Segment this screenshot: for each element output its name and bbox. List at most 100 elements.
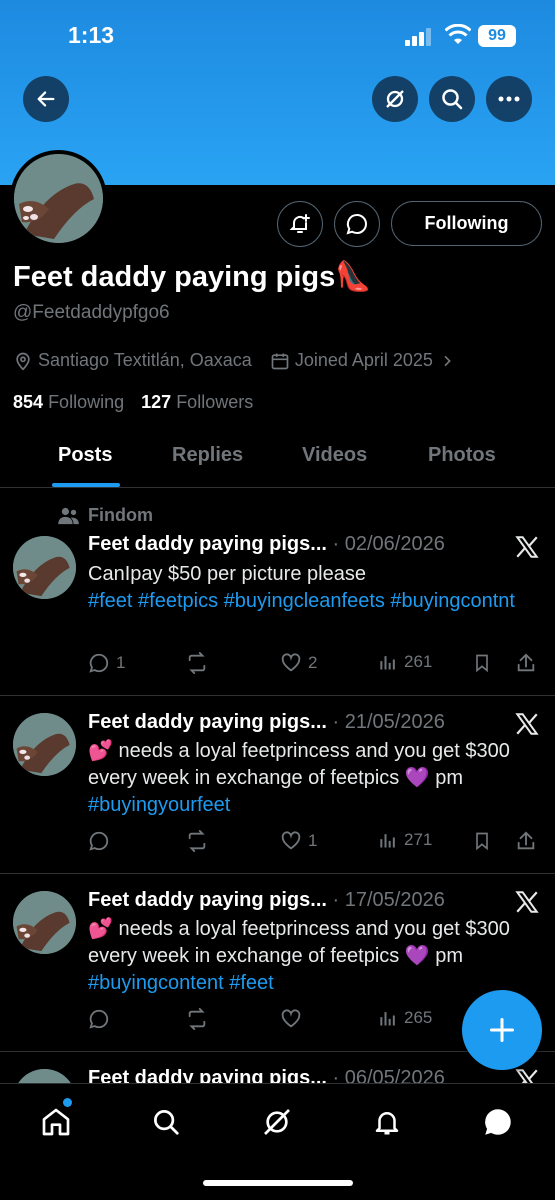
battery-icon: 99 bbox=[478, 25, 516, 47]
post-author[interactable]: Feet daddy paying pigs... bbox=[88, 711, 327, 733]
share-icon bbox=[517, 653, 535, 672]
wifi-icon bbox=[445, 24, 471, 44]
avatar-image bbox=[14, 154, 103, 243]
like-button[interactable]: 2 bbox=[280, 652, 317, 674]
status-bar: 1:13 99 bbox=[0, 0, 555, 72]
post-actions: 1 2 261 bbox=[88, 652, 543, 678]
following-button[interactable]: Following bbox=[391, 201, 542, 246]
post-header: Feet daddy paying pigs... · 17/05/2026 bbox=[88, 889, 445, 912]
like-count: 1 bbox=[308, 831, 318, 850]
bell-plus-icon bbox=[289, 214, 310, 233]
avatar-image bbox=[13, 891, 76, 954]
search-button[interactable] bbox=[429, 76, 475, 122]
chevron-right-icon[interactable] bbox=[439, 353, 455, 369]
nav-grok[interactable] bbox=[257, 1102, 297, 1142]
more-button[interactable] bbox=[486, 76, 532, 122]
like-button[interactable] bbox=[280, 1008, 308, 1030]
post-author[interactable]: Feet daddy paying pigs... bbox=[88, 533, 327, 555]
back-button[interactable] bbox=[23, 76, 69, 122]
post-body: CanIpay $50 per picture please bbox=[88, 563, 366, 585]
followers-count: 127 bbox=[141, 392, 172, 412]
search-icon bbox=[154, 1110, 179, 1135]
nav-search[interactable] bbox=[146, 1102, 186, 1142]
post-header: Feet daddy paying pigs... · 21/05/2026 bbox=[88, 711, 445, 734]
views-button[interactable]: 271 bbox=[378, 830, 432, 850]
more-icon bbox=[498, 96, 520, 102]
heart-icon bbox=[281, 831, 301, 850]
reply-icon bbox=[89, 653, 109, 673]
post-hashtags[interactable]: #feet #feetpics #buyingcleanfeets #buyin… bbox=[88, 588, 548, 615]
bookmark-button[interactable] bbox=[472, 652, 498, 674]
nav-home[interactable] bbox=[36, 1098, 76, 1142]
tab-photos[interactable]: Photos bbox=[428, 444, 496, 467]
post-header: Feet daddy paying pigs... · 02/06/2026 bbox=[88, 533, 445, 556]
avatar-image bbox=[13, 536, 76, 599]
bookmark-icon bbox=[476, 654, 488, 673]
post-hashtags[interactable]: #buyingyourfeet bbox=[88, 792, 548, 819]
profile-location: Santiago Textitlán, Oaxaca bbox=[38, 350, 252, 370]
profile-handle: @Feetdaddypfgo6 bbox=[13, 302, 170, 323]
reply-button[interactable]: 1 bbox=[88, 652, 125, 674]
status-time: 1:13 bbox=[68, 22, 115, 48]
reply-icon bbox=[89, 831, 109, 851]
home-indicator bbox=[203, 1180, 353, 1186]
post-item[interactable]: Feet daddy paying pigs... · 02/06/2026 C… bbox=[0, 488, 555, 696]
bookmark-button[interactable] bbox=[472, 830, 498, 852]
post-author[interactable]: Feet daddy paying pigs... bbox=[88, 889, 327, 911]
heart-icon bbox=[281, 653, 301, 672]
following-count: 854 bbox=[13, 392, 44, 412]
post-text: 💕 needs a loyal feetprincess and you get… bbox=[88, 916, 548, 997]
location-icon bbox=[16, 352, 30, 371]
tab-videos[interactable]: Videos bbox=[302, 444, 367, 467]
reply-button[interactable] bbox=[88, 1008, 116, 1030]
nav-notifications[interactable] bbox=[367, 1102, 407, 1142]
like-button[interactable]: 1 bbox=[280, 830, 317, 852]
grok-button[interactable] bbox=[372, 76, 418, 122]
profile-avatar[interactable] bbox=[10, 150, 107, 247]
post-hashtags[interactable]: #buyingcontent #feet bbox=[88, 970, 548, 997]
post-text: CanIpay $50 per picture please #feet #fe… bbox=[88, 561, 548, 615]
active-tab-indicator bbox=[52, 483, 120, 487]
repost-button[interactable] bbox=[185, 830, 215, 852]
follow-counts: 854 Following 127 Followers bbox=[13, 392, 253, 413]
post-text: 💕 needs a loyal feetprincess and you get… bbox=[88, 738, 548, 819]
profile-joined[interactable]: Joined April 2025 bbox=[295, 350, 433, 371]
bell-icon bbox=[375, 1112, 399, 1135]
following-link[interactable]: 854 Following bbox=[13, 392, 124, 412]
repost-button[interactable] bbox=[185, 1008, 215, 1030]
post-avatar[interactable] bbox=[13, 891, 76, 954]
reply-button[interactable] bbox=[88, 830, 116, 852]
followers-link[interactable]: 127 Followers bbox=[141, 392, 253, 412]
tab-replies[interactable]: Replies bbox=[172, 444, 243, 467]
grok-icon bbox=[264, 1109, 290, 1135]
post-date: · 02/06/2026 bbox=[332, 533, 445, 555]
home-icon bbox=[42, 1108, 70, 1136]
reply-icon bbox=[89, 1009, 109, 1029]
views-button[interactable]: 261 bbox=[378, 652, 432, 672]
grok-icon bbox=[386, 90, 404, 108]
repost-icon bbox=[188, 652, 206, 674]
reply-count: 1 bbox=[116, 653, 126, 672]
share-button[interactable] bbox=[515, 830, 543, 852]
notify-button[interactable] bbox=[277, 201, 323, 247]
like-count: 2 bbox=[308, 653, 318, 672]
cellular-signal-icon bbox=[405, 28, 431, 46]
tab-posts[interactable]: Posts bbox=[58, 444, 112, 467]
share-button[interactable] bbox=[515, 652, 543, 674]
message-button[interactable] bbox=[334, 201, 380, 247]
post-item[interactable]: Feet daddy paying pigs... · 21/05/2026 💕… bbox=[0, 696, 555, 874]
post-actions: 1 271 bbox=[88, 830, 543, 856]
x-logo-icon bbox=[515, 536, 539, 558]
profile-tabs: Posts Replies Videos Photos bbox=[0, 430, 555, 488]
nav-messages[interactable] bbox=[478, 1102, 518, 1142]
messages-icon bbox=[485, 1109, 511, 1135]
heart-icon bbox=[281, 1009, 301, 1028]
post-avatar[interactable] bbox=[13, 713, 76, 776]
followers-label: Followers bbox=[176, 392, 254, 412]
view-count: 271 bbox=[404, 830, 433, 849]
post-avatar[interactable] bbox=[13, 536, 76, 599]
post-body: 💕 needs a loyal feetprincess and you get… bbox=[88, 918, 510, 967]
views-button[interactable]: 265 bbox=[378, 1008, 432, 1028]
compose-button[interactable] bbox=[462, 990, 542, 1070]
repost-button[interactable] bbox=[185, 652, 215, 674]
